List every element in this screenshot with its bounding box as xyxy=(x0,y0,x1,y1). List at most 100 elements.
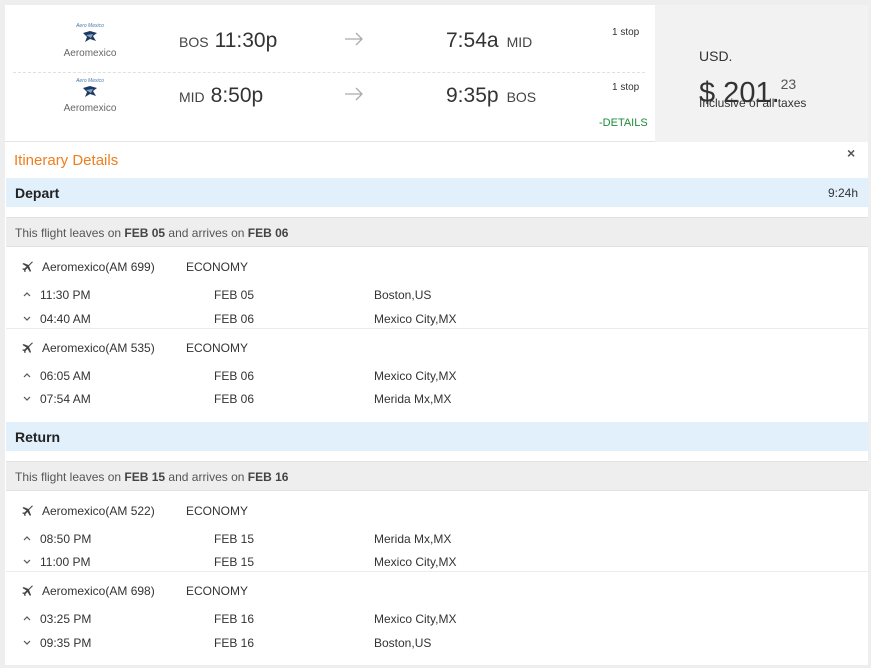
cabin-class: ECONOMY xyxy=(186,341,249,355)
segment-header: Aeromexico(AM 522) ECONOMY xyxy=(5,503,868,523)
logo-wordmark: Aero Mexico xyxy=(76,23,104,29)
departure-time: 8:50p xyxy=(210,84,264,107)
segment-arrival-row: 04:40 AM FEB 06 Mexico City,MX xyxy=(5,311,868,329)
flight-summary: Aero Mexico Aeromexico BOS 11:30p 7:54a MI… xyxy=(5,5,868,142)
flight-number: Aeromexico(AM 535) xyxy=(42,341,155,355)
chevron-up-icon xyxy=(23,292,31,297)
chevron-down-icon xyxy=(23,559,31,564)
segment-place: Mexico City,MX xyxy=(374,612,457,626)
segment-place: Boston,US xyxy=(374,636,432,650)
segment-time: 06:05 AM xyxy=(40,369,91,383)
segment-date: FEB 06 xyxy=(214,312,255,326)
segment-date: FEB 15 xyxy=(214,555,255,569)
segment-time: 08:50 PM xyxy=(40,532,92,546)
flight-result-card: Aero Mexico Aeromexico BOS 11:30p 7:54a MI… xyxy=(5,5,868,665)
arrive-date: FEB 06 xyxy=(247,226,289,240)
departure: MID 8:50p xyxy=(179,84,263,108)
segment-arrival-row: 11:00 PM FEB 15 Mexico City,MX xyxy=(5,554,868,572)
segment-header: Aeromexico(AM 535) ECONOMY xyxy=(5,340,868,360)
depart-section-header: Depart 9:24h xyxy=(6,178,868,207)
segment-header: Aeromexico(AM 699) ECONOMY xyxy=(5,259,868,279)
segment-place: Merida Mx,MX xyxy=(374,392,452,406)
airline-name: Aeromexico xyxy=(63,48,117,59)
segment-date: FEB 05 xyxy=(214,288,255,302)
price-box: USD. $ 201.23 Inclusive of all taxes xyxy=(655,5,868,142)
cabin-class: ECONOMY xyxy=(186,504,249,518)
price-cents: 23 xyxy=(780,76,797,92)
arrival: 7:54a MID xyxy=(446,29,532,53)
price-currency: USD. xyxy=(699,48,733,64)
segment-time: 11:30 PM xyxy=(40,288,91,302)
segment-time: 11:00 PM xyxy=(40,555,91,569)
flight-number: Aeromexico(AM 522) xyxy=(42,504,155,518)
segment-time: 04:40 AM xyxy=(40,312,91,326)
segment-header: Aeromexico(AM 698) ECONOMY xyxy=(5,583,868,603)
stops-count: 1 stop xyxy=(612,27,640,38)
arrival-airport-code: MID xyxy=(506,34,533,50)
segment-date: FEB 06 xyxy=(214,392,255,406)
segment-time: 07:54 AM xyxy=(40,392,91,406)
leave-date: FEB 15 xyxy=(124,470,166,484)
airline-logo: Aero Mexico Aeromexico xyxy=(53,23,127,59)
stops-count: 1 stop xyxy=(612,82,640,93)
airplane-icon xyxy=(22,342,33,353)
segment-place: Merida Mx,MX xyxy=(374,532,452,546)
segment-place: Boston,US xyxy=(374,288,432,302)
segment-arrival-row: 09:35 PM FEB 16 Boston,US xyxy=(5,635,868,653)
aeromexico-logo-icon xyxy=(83,31,97,42)
arrival-airport-code: BOS xyxy=(506,89,537,105)
aeromexico-logo-icon xyxy=(83,86,97,97)
departure-airport-code: MID xyxy=(179,89,205,105)
outbound-leg-summary: Aero Mexico Aeromexico BOS 11:30p 7:54a MI… xyxy=(5,15,655,70)
segment-time: 09:35 PM xyxy=(40,636,92,650)
chevron-down-icon xyxy=(23,316,31,321)
return-leg-summary: Aero Mexico Aeromexico MID 8:50p 9:35p BOS… xyxy=(5,70,655,125)
flight-number: Aeromexico(AM 699) xyxy=(42,260,155,274)
flight-number: Aeromexico(AM 698) xyxy=(42,584,155,598)
itinerary-title: Itinerary Details xyxy=(14,152,119,169)
cabin-class: ECONOMY xyxy=(186,584,249,598)
segment-time: 03:25 PM xyxy=(40,612,92,626)
airplane-icon xyxy=(22,261,33,272)
leaves-text: This flight leaves on FEB 15 and arrives… xyxy=(15,470,289,484)
departure-time: 11:30p xyxy=(214,29,278,52)
return-leaves-bar: This flight leaves on FEB 15 and arrives… xyxy=(6,461,868,491)
segment-departure-row: 03:25 PM FEB 16 Mexico City,MX xyxy=(5,611,868,629)
segment-arrival-row: 07:54 AM FEB 06 Merida Mx,MX xyxy=(5,391,868,409)
leaves-text: This flight leaves on FEB 05 and arrives… xyxy=(15,226,289,240)
price-note: Inclusive of all taxes xyxy=(699,96,807,110)
airplane-icon xyxy=(22,505,33,516)
arrival-time: 7:54a xyxy=(446,29,499,52)
segment-date: FEB 15 xyxy=(214,532,255,546)
arrival: 9:35p BOS xyxy=(446,84,536,108)
segment-date: FEB 06 xyxy=(214,369,255,383)
arrive-date: FEB 16 xyxy=(247,470,289,484)
close-icon[interactable]: × xyxy=(847,145,855,161)
segment-departure-row: 08:50 PM FEB 15 Merida Mx,MX xyxy=(5,531,868,549)
trip-duration: 9:24h xyxy=(827,186,858,200)
arrival-time: 9:35p xyxy=(446,84,499,107)
chevron-down-icon xyxy=(23,396,31,401)
airline-name: Aeromexico xyxy=(63,103,117,114)
segment-divider xyxy=(6,571,868,572)
arrow-right-icon xyxy=(345,87,363,101)
cabin-class: ECONOMY xyxy=(186,260,249,274)
chevron-up-icon xyxy=(23,536,31,541)
segment-divider xyxy=(6,328,868,329)
chevron-down-icon xyxy=(23,640,31,645)
section-label: Return xyxy=(15,429,61,445)
segment-date: FEB 16 xyxy=(214,636,255,650)
airplane-icon xyxy=(22,585,33,596)
logo-wordmark: Aero Mexico xyxy=(76,78,104,84)
section-label: Depart xyxy=(15,185,60,201)
segment-departure-row: 06:05 AM FEB 06 Mexico City,MX xyxy=(5,368,868,386)
details-toggle-link[interactable]: -DETAILS xyxy=(599,117,648,129)
segment-place: Mexico City,MX xyxy=(374,555,457,569)
departure: BOS 11:30p xyxy=(179,29,277,53)
arrow-right-icon xyxy=(345,32,363,46)
depart-leaves-bar: This flight leaves on FEB 05 and arrives… xyxy=(6,217,868,247)
segment-departure-row: 11:30 PM FEB 05 Boston,US xyxy=(5,287,868,305)
segment-place: Mexico City,MX xyxy=(374,312,457,326)
chevron-up-icon xyxy=(23,373,31,378)
departure-airport-code: BOS xyxy=(179,34,209,50)
